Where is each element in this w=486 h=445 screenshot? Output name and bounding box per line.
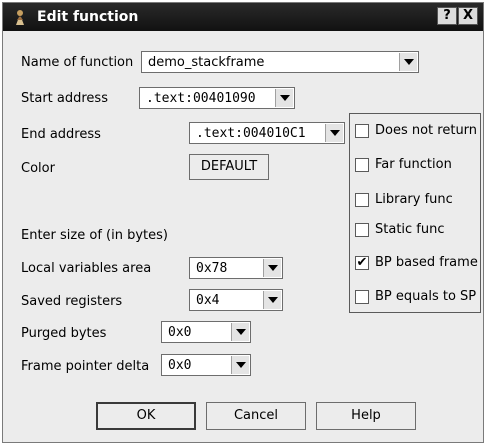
help-button[interactable]: Help (316, 402, 416, 430)
ok-button[interactable]: OK (96, 402, 196, 430)
chevron-down-icon[interactable] (231, 323, 249, 341)
static-func-checkbox[interactable] (355, 223, 369, 237)
purged-bytes-label: Purged bytes (21, 326, 107, 341)
does-not-return-label[interactable]: Does not return (375, 123, 477, 138)
static-func-label[interactable]: Static func (375, 222, 445, 237)
bp-equals-to-sp-label[interactable]: BP equals to SP (375, 289, 476, 304)
start-address-value: .text:00401090 (146, 91, 256, 106)
end-address-label: End address (21, 127, 101, 142)
ida-app-icon (11, 8, 29, 26)
chevron-down-icon[interactable] (325, 124, 343, 142)
far-function-checkbox[interactable] (355, 158, 369, 172)
local-variables-label: Local variables area (21, 261, 152, 276)
title-bar: Edit function ? X (3, 3, 483, 31)
chevron-down-icon[interactable] (399, 53, 417, 71)
local-variables-value: 0x78 (196, 261, 228, 276)
function-name-combobox[interactable]: demo_stackframe (141, 51, 419, 73)
close-button[interactable]: X (458, 7, 478, 25)
end-address-combobox[interactable]: .text:004010C1 (189, 122, 345, 144)
cancel-button[interactable]: Cancel (206, 402, 306, 430)
size-section-label: Enter size of (in bytes) (21, 228, 168, 243)
chevron-down-icon[interactable] (263, 259, 281, 277)
help-question-button[interactable]: ? (437, 7, 457, 25)
color-default-button[interactable]: DEFAULT (189, 154, 269, 180)
edit-function-dialog: Edit function ? X Name of function demo_… (2, 2, 484, 443)
start-address-combobox[interactable]: .text:00401090 (139, 87, 295, 109)
frame-pointer-delta-label: Frame pointer delta (21, 359, 150, 374)
purged-bytes-value: 0x0 (168, 325, 192, 340)
chevron-down-icon[interactable] (231, 356, 249, 374)
does-not-return-checkbox[interactable] (355, 124, 369, 138)
bp-equals-to-sp-checkbox[interactable] (355, 290, 369, 304)
far-function-label[interactable]: Far function (375, 157, 452, 172)
bp-based-frame-checkbox[interactable]: ✔ (355, 256, 369, 270)
frame-pointer-delta-combobox[interactable]: 0x0 (161, 354, 251, 376)
function-name-value: demo_stackframe (148, 55, 265, 70)
chevron-down-icon[interactable] (275, 89, 293, 107)
saved-registers-combobox[interactable]: 0x4 (189, 289, 283, 311)
library-func-label[interactable]: Library func (375, 192, 453, 207)
bp-based-frame-label[interactable]: BP based frame (375, 255, 478, 270)
end-address-value: .text:004010C1 (196, 126, 306, 141)
saved-registers-label: Saved registers (21, 294, 123, 309)
start-address-label: Start address (21, 91, 108, 106)
function-flags-group (349, 113, 481, 313)
chevron-down-icon[interactable] (263, 291, 281, 309)
local-variables-combobox[interactable]: 0x78 (189, 257, 283, 279)
color-label: Color (21, 161, 55, 176)
purged-bytes-combobox[interactable]: 0x0 (161, 321, 251, 343)
library-func-checkbox[interactable] (355, 193, 369, 207)
window-title: Edit function (37, 9, 139, 25)
name-of-function-label: Name of function (21, 55, 134, 70)
frame-pointer-delta-value: 0x0 (168, 358, 192, 373)
saved-registers-value: 0x4 (196, 293, 220, 308)
